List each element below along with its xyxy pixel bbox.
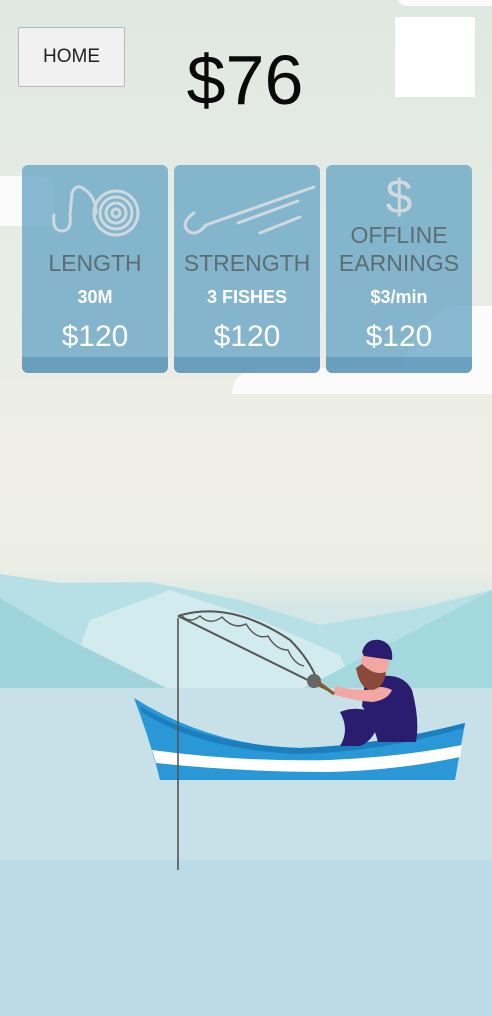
card-title: STRENGTH — [183, 250, 311, 276]
card-value: 3 FISHES — [206, 287, 288, 307]
fishing-scene — [0, 0, 492, 1016]
card-price: $120 — [61, 320, 129, 353]
card-price: $120 — [213, 320, 281, 353]
upgrade-card-offline-earnings[interactable]: $ OFFLINE EARNINGS $3/min $120 — [326, 165, 472, 373]
fishing-hook-icon — [183, 185, 316, 235]
card-title-line1: OFFLINE — [350, 222, 448, 248]
card-price: $120 — [365, 320, 433, 353]
home-button[interactable]: HOME — [18, 27, 125, 87]
coiled-line-icon — [52, 185, 140, 237]
money-counter: $76 — [186, 41, 304, 119]
card-value: 30M — [77, 287, 113, 307]
card-shade — [22, 357, 168, 373]
lake-water-deep — [0, 860, 492, 1016]
card-shade — [174, 357, 320, 373]
card-title: LENGTH — [48, 250, 142, 276]
card-title-line2: EARNINGS — [338, 250, 460, 276]
card-shade — [326, 357, 472, 373]
upgrade-card-length[interactable]: LENGTH 30M $120 — [22, 165, 168, 373]
upgrade-card-strength[interactable]: STRENGTH 3 FISHES $120 — [174, 165, 320, 373]
cloud-top — [398, 0, 492, 6]
card-value: $3/min — [370, 287, 428, 307]
blank-square-button[interactable] — [395, 17, 475, 97]
upgrade-cards: LENGTH 30M $120 STRENGTH 3 FISHES $120 $… — [22, 165, 472, 373]
svg-text:$: $ — [386, 171, 413, 224]
